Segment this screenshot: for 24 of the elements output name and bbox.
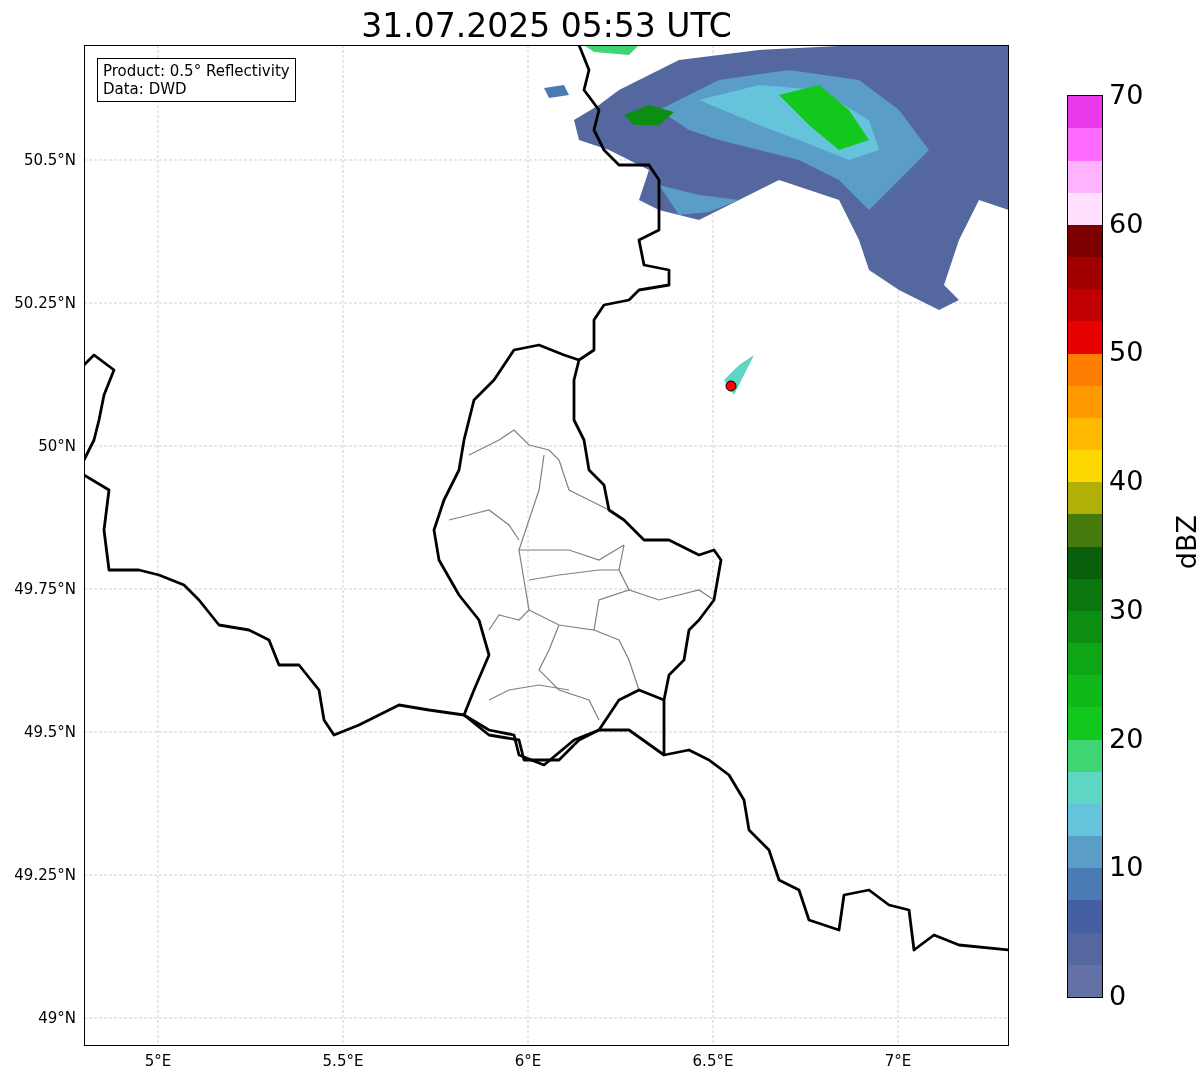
colorbar-tick-label: 40 (1109, 466, 1144, 497)
latitude-label: 49.5°N (23, 723, 76, 741)
latitude-label: 49.25°N (14, 866, 76, 884)
colorbar-tick-label: 50 (1109, 337, 1144, 368)
latitude-label: 50.5°N (23, 151, 76, 169)
latitude-label: 50°N (38, 437, 76, 455)
colorbar-tick-label: 0 (1109, 981, 1127, 1011)
longitude-label: 5°E (144, 1052, 172, 1070)
latitude-label: 50.25°N (14, 294, 76, 312)
colorbar-tick-label: 30 (1109, 594, 1144, 625)
latitude-label: 49.75°N (14, 580, 76, 598)
info-text: Product: 0.5° Reflectivity (103, 62, 290, 80)
longitude-label: 5.5°E (322, 1052, 364, 1070)
colorbar-tick-label: 20 (1109, 723, 1144, 754)
latitude-label: 49°N (38, 1009, 76, 1027)
info-text: Data: DWD (103, 80, 188, 98)
colorbar-tick-label: 70 (1109, 80, 1144, 110)
longitude-label: 6°E (514, 1052, 542, 1070)
colorbar-label: dBZ (1171, 515, 1202, 570)
colorbar-tick-label: 10 (1109, 852, 1144, 883)
longitude-label: 7°E (884, 1052, 912, 1070)
colorbar-tick-label: 60 (1109, 208, 1144, 239)
longitude-label: 6.5°E (692, 1052, 734, 1070)
chart-title: 31.07.2025 05:53 UTC (360, 5, 733, 45)
